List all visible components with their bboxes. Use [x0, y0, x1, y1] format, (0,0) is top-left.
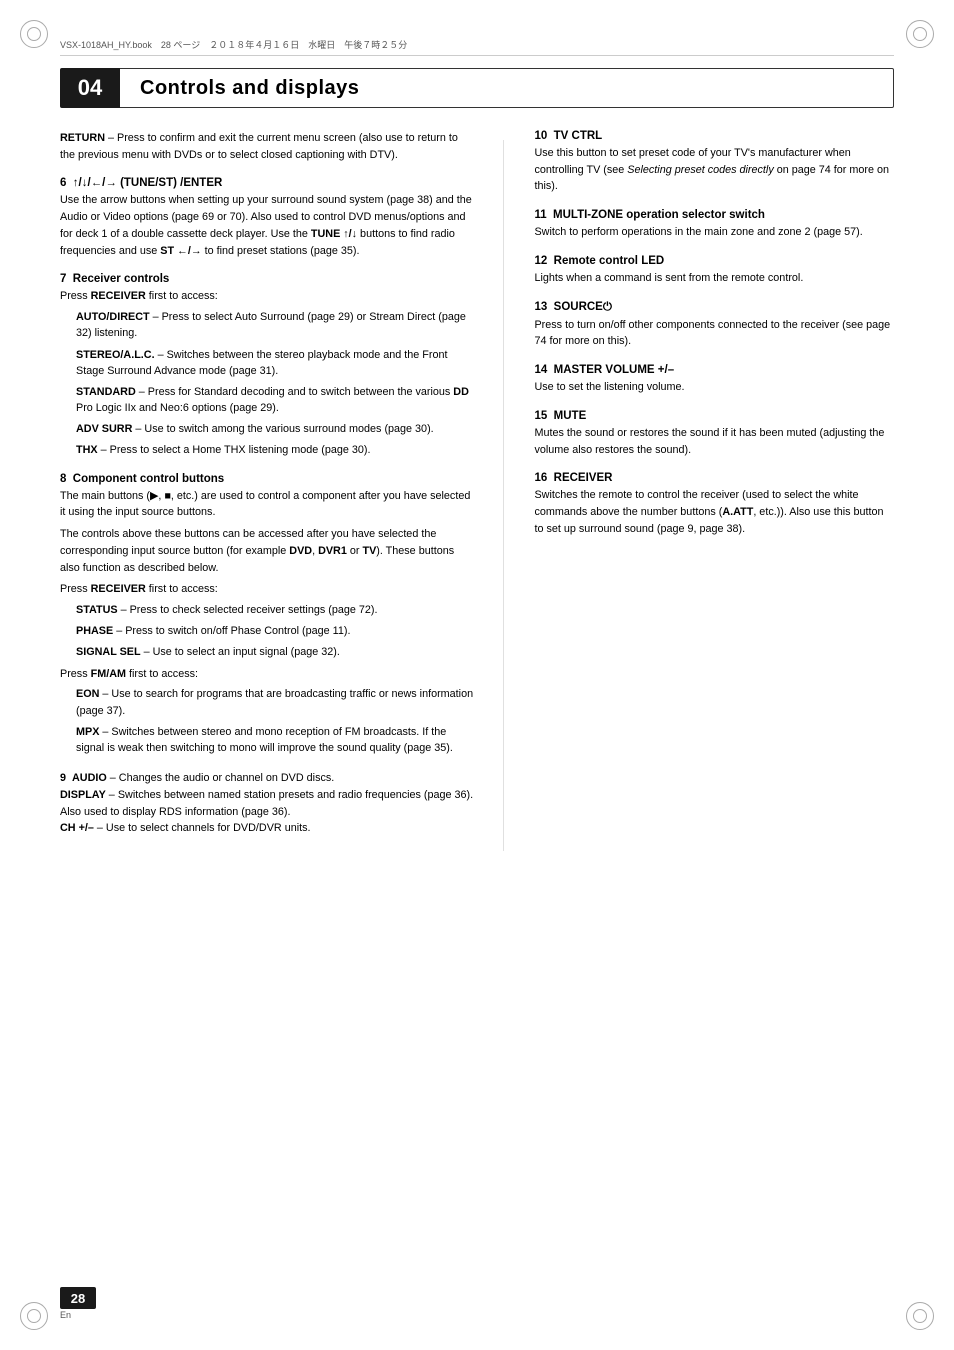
corner-decoration-br: [906, 1302, 934, 1330]
section-12: 12 Remote control LED Lights when a comm…: [534, 255, 894, 287]
top-metadata: VSX-1018AH_HY.book 28 ページ ２０１８年４月１６日 水曜日…: [60, 38, 894, 56]
section-6-heading: 6 ↑/↓/←/→ (TUNE/ST) /ENTER: [60, 177, 473, 189]
section-7-item-standard: STANDARD – Press for Standard decoding a…: [76, 384, 473, 416]
section-9: 9 AUDIO – Changes the audio or channel o…: [60, 770, 473, 837]
return-body: RETURN – Press to confirm and exit the c…: [60, 130, 473, 163]
section-10: 10 TV CTRL Use this button to set preset…: [534, 130, 894, 195]
section-16-body: Switches the remote to control the recei…: [534, 487, 894, 537]
section-7-item-stereo: STEREO/A.L.C. – Switches between the ste…: [76, 347, 473, 379]
section-16-heading: 16 RECEIVER: [534, 472, 894, 484]
section-7-item-advsurr: ADV SURR – Use to switch among the vario…: [76, 421, 473, 437]
chapter-title-box: Controls and displays: [120, 68, 894, 108]
section-14-body: Use to set the listening volume.: [534, 379, 894, 396]
section-8-intro3: Press FM/AM first to access:: [60, 666, 473, 683]
chapter-number: 04: [60, 68, 120, 108]
section-7-heading: 7 Receiver controls: [60, 273, 473, 285]
section-8-item-status: STATUS – Press to check selected receive…: [76, 602, 473, 618]
section-6-body: Use the arrow buttons when setting up yo…: [60, 192, 473, 259]
section-12-heading: 12 Remote control LED: [534, 255, 894, 267]
section-9-body: 9 AUDIO – Changes the audio or channel o…: [60, 770, 473, 837]
section-7-body: Press RECEIVER first to access:: [60, 288, 473, 305]
section-7-items: AUTO/DIRECT – Press to select Auto Surro…: [76, 309, 473, 459]
section-7: 7 Receiver controls Press RECEIVER first…: [60, 273, 473, 458]
section-15: 15 MUTE Mutes the sound or restores the …: [534, 410, 894, 458]
page-footer: 28 En: [60, 1287, 96, 1320]
section-13: 13 SOURCE⏻ Press to turn on/off other co…: [534, 301, 894, 350]
chapter-header: 04 Controls and displays: [60, 68, 894, 108]
section-14-heading: 14 MASTER VOLUME +/–: [534, 364, 894, 376]
chapter-title: Controls and displays: [140, 77, 359, 100]
section-8-item-signalsel: SIGNAL SEL – Use to select an input sign…: [76, 644, 473, 660]
section-8-body1: The main buttons (▶, ■, etc.) are used t…: [60, 488, 473, 521]
section-6: 6 ↑/↓/←/→ (TUNE/ST) /ENTER Use the arrow…: [60, 177, 473, 259]
section-12-body: Lights when a command is sent from the r…: [534, 270, 894, 287]
section-10-body: Use this button to set preset code of yo…: [534, 145, 894, 195]
section-11-heading: 11 MULTI-ZONE operation selector switch: [534, 209, 894, 221]
section-8-heading: 8 Component control buttons: [60, 473, 473, 485]
section-13-heading: 13 SOURCE⏻: [534, 301, 894, 314]
section-8-items3: EON – Use to search for programs that ar…: [76, 686, 473, 756]
section-13-body: Press to turn on/off other components co…: [534, 317, 894, 350]
corner-decoration-tl: [20, 20, 48, 48]
section-7-item-auto: AUTO/DIRECT – Press to select Auto Surro…: [76, 309, 473, 341]
section-11: 11 MULTI-ZONE operation selector switch …: [534, 209, 894, 241]
section-return: RETURN – Press to confirm and exit the c…: [60, 130, 473, 163]
page-number: 28: [60, 1287, 96, 1309]
section-7-item-thx: THX – Press to select a Home THX listeni…: [76, 442, 473, 458]
section-8-body2: The controls above these buttons can be …: [60, 526, 473, 576]
section-8: 8 Component control buttons The main but…: [60, 473, 473, 756]
section-16: 16 RECEIVER Switches the remote to contr…: [534, 472, 894, 537]
section-8-intro2: Press RECEIVER first to access:: [60, 581, 473, 598]
section-8-item-phase: PHASE – Press to switch on/off Phase Con…: [76, 623, 473, 639]
right-column: 10 TV CTRL Use this button to set preset…: [534, 130, 894, 851]
section-11-body: Switch to perform operations in the main…: [534, 224, 894, 241]
main-content: RETURN – Press to confirm and exit the c…: [60, 130, 894, 851]
section-15-body: Mutes the sound or restores the sound if…: [534, 425, 894, 458]
section-14: 14 MASTER VOLUME +/– Use to set the list…: [534, 364, 894, 396]
corner-decoration-bl: [20, 1302, 48, 1330]
section-15-heading: 15 MUTE: [534, 410, 894, 422]
section-8-item-mpx: MPX – Switches between stereo and mono r…: [76, 724, 473, 756]
column-divider: [503, 140, 504, 851]
section-8-items2: STATUS – Press to check selected receive…: [76, 602, 473, 661]
left-column: RETURN – Press to confirm and exit the c…: [60, 130, 473, 851]
section-8-item-eon: EON – Use to search for programs that ar…: [76, 686, 473, 718]
page-lang: En: [60, 1310, 71, 1320]
corner-decoration-tr: [906, 20, 934, 48]
section-10-heading: 10 TV CTRL: [534, 130, 894, 142]
